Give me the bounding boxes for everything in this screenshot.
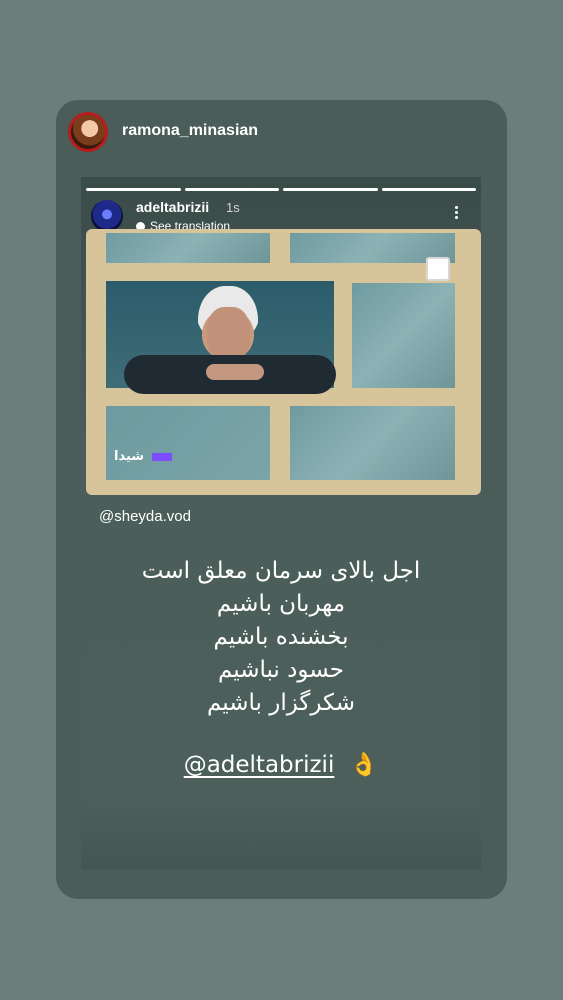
mention-row: @adeltabrizii 👌 [81,751,481,778]
poem-line: شکرگزار باشیم [206,690,356,716]
poem-line: اجل بالای سرمان معلق است [141,558,421,584]
sticker-box [426,257,450,281]
ok-hand-icon: 👌 [349,752,379,778]
story-progress-bar [86,188,476,191]
story-photo: شیدا [86,229,481,495]
mention-tag[interactable]: @adeltabrizii [184,752,335,778]
more-options-icon[interactable] [448,204,464,224]
poem-line: مهربان باشیم [216,591,346,617]
poem-line: حسود نباشیم [217,657,345,683]
poem-text: اجل بالای سرمان معلق است مهربان باشیم بخ… [81,555,481,720]
poem-line: بخشنده باشیم [213,624,349,650]
outer-username[interactable]: ramona_minasian [122,122,258,140]
photo-mention[interactable]: @sheyda.vod [99,508,191,525]
story-author-avatar[interactable] [91,200,123,232]
story-author-username[interactable]: adeltabrizii [136,199,209,215]
story-timestamp: 1s [226,200,240,215]
outer-avatar[interactable] [68,112,108,152]
sheyda-logo: شیدا [114,449,145,464]
